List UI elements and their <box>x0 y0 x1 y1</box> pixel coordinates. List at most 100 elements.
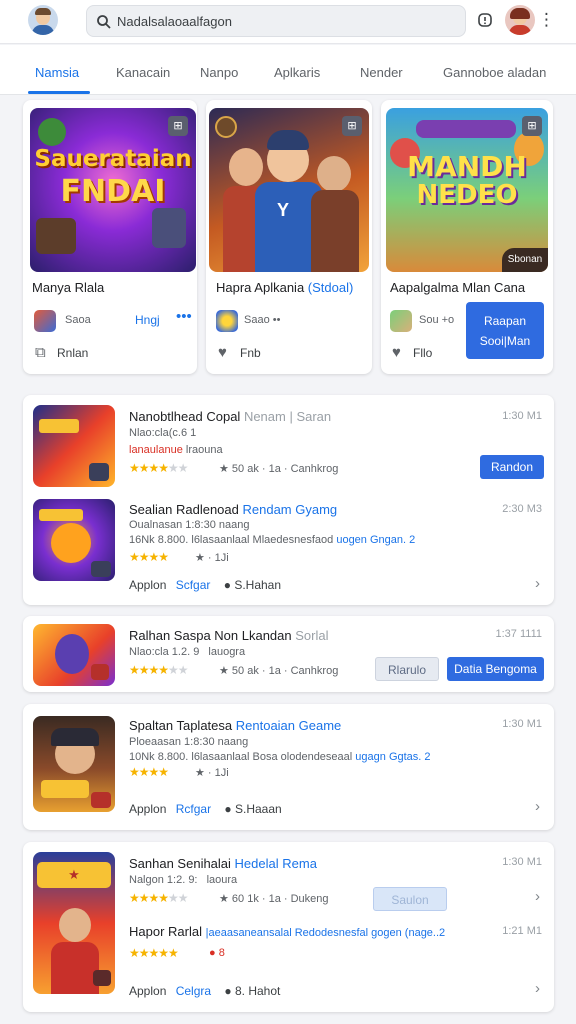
card-footer: Applon Celgra ● 8. Hahot <box>129 984 281 998</box>
art-title-line-1: MANDH <box>407 150 527 183</box>
game-list-card: Ralhan Saspa Non Lkandan Sorlal 1:37 111… <box>23 616 554 692</box>
star-rating: ★★★★★★ <box>129 461 189 475</box>
top-bar: Nadalsalaoaalfagon ⋮ <box>0 0 576 44</box>
tab-gannoboe-aladan[interactable]: Gannoboe aladan <box>443 65 546 80</box>
bookmark-icon[interactable]: ⧉ <box>35 344 46 361</box>
timestamp: 1:30 M1 <box>502 856 542 868</box>
game-title: Ralhan Saspa Non Lkandan Sorlal <box>129 628 329 643</box>
heart-icon[interactable]: ♥ <box>218 344 227 361</box>
publisher-name: Saao •• <box>244 314 281 326</box>
tab-kanacain[interactable]: Kanacain <box>116 65 170 80</box>
publisher-name: Sou +o <box>419 314 455 326</box>
game-title: Sanhan Senihalai Hedelal Rema <box>129 856 317 871</box>
rating-info: ● 8 <box>209 947 225 959</box>
tab-nanpo[interactable]: Nanpo <box>200 65 238 80</box>
card-footer: Applon Scfgar ● S.Hahan <box>129 578 282 592</box>
card-footer: Applon Rcfgar ● S.Haaan <box>129 802 282 816</box>
featured-card[interactable]: Sauerataian FNDAI ⊞ Manya Rlala Saoa Hng… <box>23 100 197 374</box>
game-title: Nanobtlhead Copal Nenam | Saran <box>129 409 332 424</box>
search-bar[interactable]: Nadalsalaoaalfagon <box>86 5 466 37</box>
save-icon[interactable]: ⊞ <box>168 116 188 136</box>
primary-action-button[interactable]: Raapan Sooi|Man <box>466 302 544 359</box>
game-title: Manya Rlala <box>32 280 105 295</box>
secondary-button[interactable]: Rlarulo <box>375 657 439 681</box>
game-description: 10Nk 8.800. l6lasaanlaal Bosa olodendese… <box>129 751 431 763</box>
game-thumbnail[interactable] <box>33 405 115 487</box>
star-rating: ★★★★ <box>129 765 169 779</box>
game-meta: Nalgon 1:2. 9: laoura <box>129 874 238 886</box>
game-meta: Oualnasan 1:8:30 naang <box>129 519 250 531</box>
game-title: Hapor Rarlal |aeaasaneansalal Redodesnes… <box>129 924 446 939</box>
game-thumbnail[interactable] <box>33 624 115 686</box>
chevron-right-icon[interactable]: › <box>535 798 540 815</box>
game-meta: Nlao:cla 1.2. 9 lauogra <box>129 646 246 658</box>
notification-icon[interactable] <box>476 11 494 29</box>
game-meta: Ploeaasan 1:8:30 naang <box>129 736 249 748</box>
game-meta-2: lanaulanue lraouna <box>129 444 223 456</box>
timestamp: 1:30 M1 <box>502 718 542 730</box>
featured-card[interactable]: Y ⊞ Hapra Aplkania (Stdoal) Saao •• ♥ Fn… <box>206 100 372 374</box>
game-thumbnail[interactable] <box>33 499 115 581</box>
game-art: Sauerataian FNDAI ⊞ <box>30 108 196 272</box>
user-avatar[interactable] <box>28 5 58 35</box>
timestamp: 1:37 1111 <box>495 628 543 640</box>
star-rating: ★★★★★★ <box>129 663 189 677</box>
rating-info: ★ 50 ak · 1a · Canhkrog <box>219 665 339 677</box>
action-button[interactable]: Randon <box>480 455 544 479</box>
publisher-icon <box>390 310 412 332</box>
tab-aplkaris[interactable]: Aplkaris <box>274 65 320 80</box>
star-rating: ★★★★ <box>129 550 169 564</box>
search-query: Nadalsalaoaalfagon <box>117 14 232 29</box>
art-title-line-2: NEDEO <box>416 180 518 210</box>
publisher-name: Saoa <box>65 314 91 326</box>
star-rating: ★★★★★★ <box>129 891 189 905</box>
game-thumbnail[interactable]: ★ <box>33 852 115 994</box>
game-list-card: ★ Sanhan Senihalai Hedelal Rema 1:30 M1 … <box>23 842 554 1012</box>
timestamp: 1:21 M1 <box>502 925 542 937</box>
publisher-icon <box>34 310 56 332</box>
tab-nender[interactable]: Nender <box>360 65 403 80</box>
chevron-right-icon[interactable]: › <box>535 888 540 905</box>
save-icon[interactable]: ⊞ <box>522 116 542 136</box>
star-rating: ★★★★★ <box>129 946 179 960</box>
disabled-button[interactable]: Saulon <box>373 887 447 911</box>
tab-namsia[interactable]: Namsia <box>35 65 79 80</box>
more-options-icon[interactable]: ⋮ <box>538 11 555 31</box>
game-title: Spaltan Taplatesa Rentoaian Geame <box>129 718 342 733</box>
like-label: Fllo <box>413 346 433 360</box>
rating-info: ★ 50 ak · 1a · Canhkrog <box>219 463 339 475</box>
action-button[interactable]: Datia Bengoma <box>447 657 544 681</box>
chevron-right-icon[interactable]: › <box>535 575 540 592</box>
game-title: Aapalgalma Mlan Cana <box>390 280 526 295</box>
game-title: Sealian Radlenoad Rendam Gyamg <box>129 502 338 517</box>
chevron-right-icon[interactable]: › <box>535 980 540 997</box>
more-link[interactable]: Hngj <box>135 313 160 327</box>
search-icon <box>97 15 111 29</box>
featured-card[interactable]: MANDH NEDEO ⊞ Sbonan Aapalgalma Mlan Can… <box>381 100 553 374</box>
game-art: Y ⊞ <box>209 108 369 272</box>
art-badge: Sbonan <box>502 248 548 272</box>
timestamp: 2:30 M3 <box>502 503 542 515</box>
art-title-line-1: Sauerataian <box>34 146 192 172</box>
rating-info: ★ · 1Ji <box>195 767 229 779</box>
rating-info: ★ · 1Ji <box>195 552 229 564</box>
game-list-card: Nanobtlhead Copal Nenam | Saran 1:30 M1 … <box>23 395 554 605</box>
game-description: 16Nk 8.800. l6lasaanlaal Mlaedesnesfaod … <box>129 534 416 546</box>
game-meta: Nlao:cla(c.6 1 <box>129 427 197 439</box>
bookmark-label: Rnlan <box>57 346 89 360</box>
game-list-card: Spaltan Taplatesa Rentoaian Geame 1:30 M… <box>23 704 554 830</box>
save-icon[interactable]: ⊞ <box>342 116 362 136</box>
active-tab-indicator <box>28 91 90 94</box>
account-avatar[interactable] <box>505 5 535 35</box>
rating-info: ★ 60 1k · 1a · Dukeng <box>219 893 329 905</box>
heart-icon[interactable]: ♥ <box>392 344 401 361</box>
more-dots-icon[interactable]: ••• <box>176 308 192 325</box>
like-label: Fnb <box>240 346 261 360</box>
publisher-icon <box>216 310 238 332</box>
game-title: Hapra Aplkania (Stdoal) <box>216 280 354 295</box>
tab-bar: Namsia Kanacain Nanpo Aplkaris Nender Ga… <box>0 45 576 95</box>
timestamp: 1:30 M1 <box>502 410 542 422</box>
game-art: MANDH NEDEO ⊞ Sbonan <box>386 108 548 272</box>
game-thumbnail[interactable] <box>33 716 115 812</box>
art-title-line-2: FNDAI <box>60 174 166 209</box>
